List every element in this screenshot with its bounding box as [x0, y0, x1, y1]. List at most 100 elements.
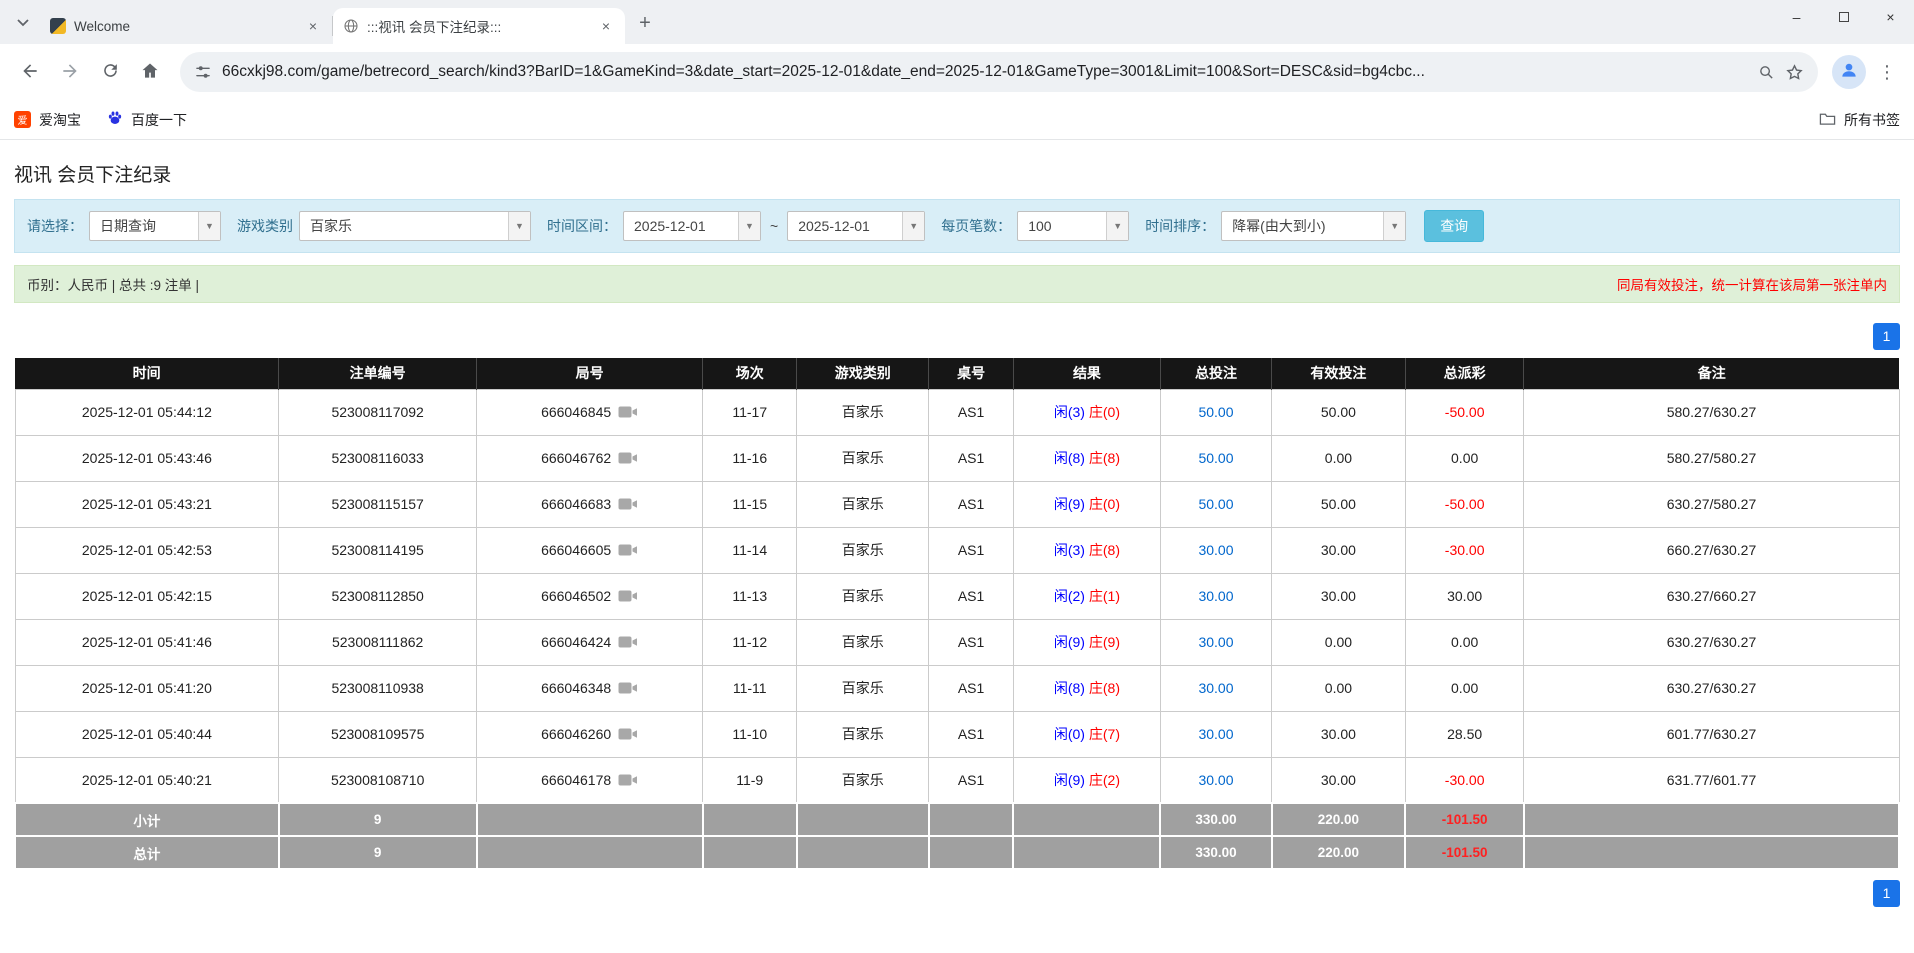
tab-close-icon[interactable]: × [597, 17, 615, 35]
cell-session: 11-17 [702, 388, 798, 436]
new-tab-button[interactable]: + [631, 9, 659, 37]
cell-time: 2025-12-01 05:44:12 [14, 388, 280, 436]
maximize-button[interactable] [1820, 0, 1867, 34]
globe-favicon [343, 18, 359, 34]
cell-round-id: 666046762 [476, 434, 704, 482]
total-bet-link[interactable]: 30.00 [1198, 726, 1233, 742]
video-replay-icon[interactable] [618, 497, 638, 511]
cell-valid-bet: 0.00 [1271, 618, 1406, 666]
total-bet-link[interactable]: 50.00 [1198, 450, 1233, 466]
total-bet-link[interactable]: 30.00 [1198, 588, 1233, 604]
page-number-button[interactable]: 1 [1873, 323, 1900, 350]
result-banker: 庄(2) [1088, 771, 1120, 788]
total-bet-link[interactable]: 50.00 [1198, 404, 1233, 420]
page-title: 视讯 会员下注纪录 [14, 165, 172, 186]
video-replay-icon[interactable] [618, 681, 638, 695]
cell-valid-bet: 30.00 [1271, 572, 1406, 620]
bookmark-baidu[interactable]: 百度一下 [107, 110, 187, 130]
dropdown-arrow-icon: ▼ [902, 212, 925, 240]
result-banker: 庄(9) [1088, 634, 1120, 650]
sort-select[interactable]: 降幂(由大到小) ▼ [1221, 211, 1407, 241]
cell-result: 闲(9) 庄(0) [1012, 480, 1161, 528]
cell-game-type: 百家乐 [796, 618, 930, 666]
cell-payout: 0.00 [1404, 434, 1525, 482]
cell-time: 2025-12-01 05:43:21 [14, 480, 280, 528]
bet-row: 2025-12-01 05:41:46 523008111862 666046424… [14, 618, 1900, 666]
per-page-select[interactable]: 100 ▼ [1017, 211, 1130, 241]
cell-session: 11-11 [702, 664, 798, 712]
total-bet-link[interactable]: 30.00 [1198, 634, 1233, 650]
total-bet-link[interactable]: 30.00 [1198, 772, 1233, 788]
tab-close-icon[interactable]: × [304, 17, 322, 35]
cell-table-no: AS1 [928, 618, 1014, 666]
cell-bet-id: 523008114195 [278, 526, 478, 574]
browser-menu-button[interactable]: ⋮ [1870, 55, 1904, 89]
minimize-button[interactable]: – [1773, 0, 1820, 34]
cell-note: 630.27/580.27 [1523, 480, 1900, 528]
cell-session: 11-12 [702, 618, 798, 666]
result-player: 闲(9) [1053, 496, 1085, 512]
profile-avatar[interactable] [1832, 55, 1866, 89]
dropdown-arrow-icon: ▼ [1383, 212, 1406, 240]
url-bar[interactable]: 66cxkj98.com/game/betrecord_search/kind3… [180, 52, 1818, 92]
cell-game-type: 百家乐 [796, 480, 930, 528]
sort-value: 降幂(由大到小) [1232, 218, 1326, 234]
reload-button[interactable] [90, 52, 130, 92]
result-banker: 庄(1) [1088, 588, 1120, 604]
url-text[interactable]: 66cxkj98.com/game/betrecord_search/kind3… [222, 63, 1748, 81]
back-button[interactable] [10, 52, 50, 92]
cell-bet-id: 523008112850 [278, 572, 478, 620]
page-number-button[interactable]: 1 [1873, 880, 1900, 907]
total-label: 总计 [14, 835, 280, 870]
cell-payout: -50.00 [1404, 388, 1525, 436]
dropdown-arrow-icon: ▼ [1106, 212, 1129, 240]
cell-session: 11-16 [702, 434, 798, 482]
video-replay-icon[interactable] [618, 543, 638, 557]
col-header-payout: 总派彩 [1405, 358, 1525, 389]
cell-round-id: 666046683 [476, 480, 704, 528]
bet-row: 2025-12-01 05:40:44 523008109575 666046260… [14, 710, 1900, 758]
video-replay-icon[interactable] [618, 405, 638, 419]
bookmark-aitaobao[interactable]: 爱 爱淘宝 [14, 110, 81, 130]
tab-betrecord[interactable]: :::视讯 会员下注纪录::: × [333, 8, 625, 44]
search-button[interactable]: 查询 [1424, 210, 1485, 242]
forward-button[interactable] [50, 52, 90, 92]
video-replay-icon[interactable] [618, 635, 638, 649]
query-type-select[interactable]: 日期查询 ▼ [89, 211, 221, 241]
site-settings-icon[interactable] [194, 63, 212, 81]
total-count: 9 [277, 835, 478, 870]
video-replay-icon[interactable] [618, 727, 638, 741]
tab-search-button[interactable] [8, 7, 38, 37]
tab-welcome[interactable]: Welcome × [40, 8, 332, 44]
cell-note: 601.77/630.27 [1523, 710, 1900, 758]
cell-bet-id: 523008111862 [278, 618, 478, 666]
game-type-value: 百家乐 [310, 218, 352, 234]
date-end-select[interactable]: 2025-12-01 ▼ [787, 211, 926, 241]
cell-result: 闲(2) 庄(1) [1012, 572, 1161, 620]
col-header-session: 场次 [702, 358, 798, 389]
total-total-bet: 330.00 [1159, 835, 1273, 870]
total-bet-link[interactable]: 30.00 [1198, 542, 1233, 558]
result-banker: 庄(0) [1088, 404, 1120, 420]
video-replay-icon[interactable] [618, 589, 638, 603]
video-replay-icon[interactable] [618, 451, 638, 465]
all-bookmarks-button[interactable]: 所有书签 [1819, 110, 1900, 130]
close-button[interactable]: × [1867, 0, 1914, 34]
game-type-select[interactable]: 百家乐 ▼ [299, 211, 531, 241]
cell-result: 闲(9) 庄(2) [1012, 756, 1161, 804]
bet-row: 2025-12-01 05:41:20 523008110938 666046348… [14, 664, 1900, 712]
zoom-icon[interactable] [1758, 64, 1775, 81]
date-start-value: 2025-12-01 [634, 218, 706, 234]
bookmarks-bar: 爱 爱淘宝 百度一下 所有书签 [0, 100, 1914, 140]
total-bet-link[interactable]: 50.00 [1198, 496, 1233, 512]
cell-round-id: 666046424 [476, 618, 704, 666]
cell-note: 660.27/630.27 [1523, 526, 1900, 574]
home-button[interactable] [130, 52, 170, 92]
total-row: 总计 9 330.00 220.00 -101.50 [14, 835, 1901, 870]
cell-session: 11-14 [702, 526, 798, 574]
video-replay-icon[interactable] [618, 773, 638, 787]
bookmark-star-icon[interactable] [1785, 63, 1804, 82]
bet-row: 2025-12-01 05:44:12 523008117092 666046845… [14, 388, 1900, 436]
total-bet-link[interactable]: 30.00 [1198, 680, 1233, 696]
date-start-select[interactable]: 2025-12-01 ▼ [623, 211, 761, 241]
